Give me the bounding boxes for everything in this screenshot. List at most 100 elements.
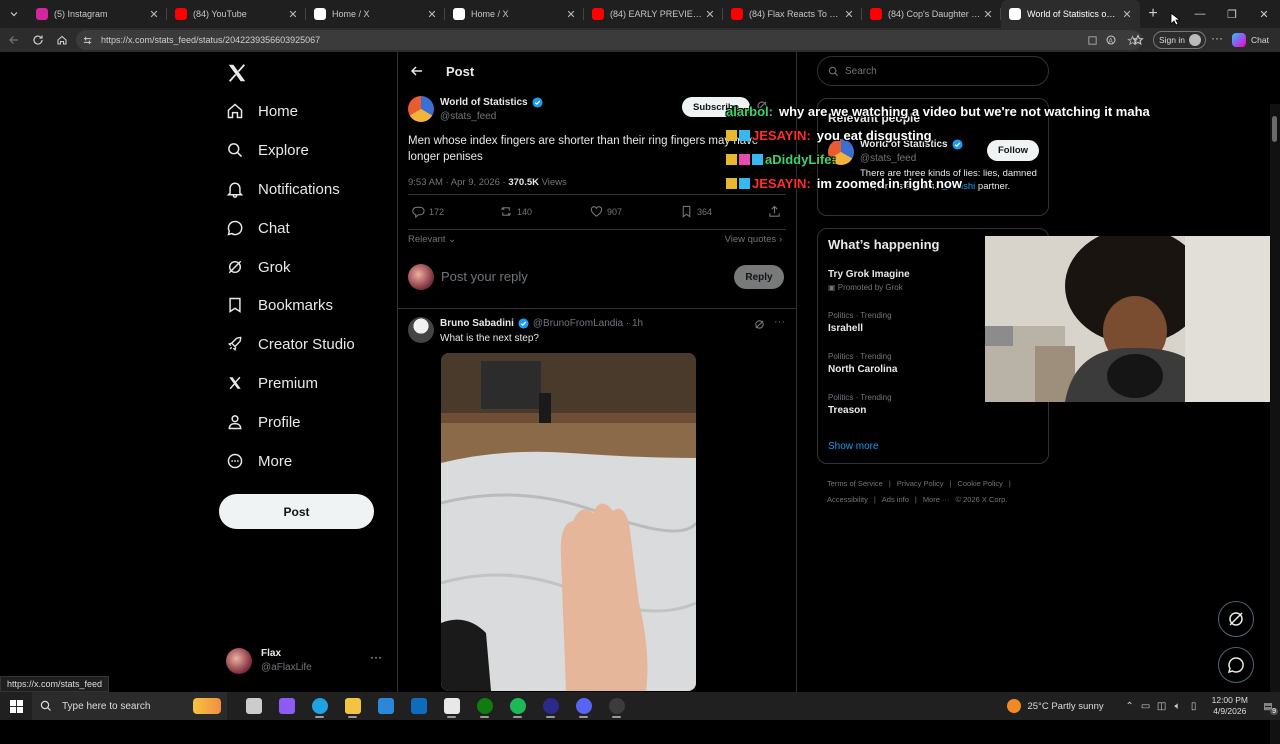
search-input[interactable]: Search [817,56,1049,86]
nav-item-explore[interactable]: Explore [226,135,309,165]
nav-item-more[interactable]: More [226,446,292,476]
trend-item[interactable]: Politics · Trending North Carolina [828,352,897,375]
home-button[interactable] [50,28,74,52]
maximize-button[interactable]: ❐ [1216,0,1248,28]
footer-link[interactable]: More ··· [923,495,950,504]
taskbar-app[interactable] [567,692,600,720]
close-tab-icon[interactable]: ✕ [842,7,856,21]
scrollbar-thumb[interactable] [1272,116,1277,142]
nav-item-home[interactable]: Home [226,96,298,126]
taskbar-app[interactable] [270,692,303,720]
taskbar-app[interactable] [534,692,567,720]
browser-tab[interactable]: Home / X ✕ [306,0,445,28]
browser-tab[interactable]: (84) Cop's Daughter Ge ✕ [862,0,1001,28]
x-logo-icon[interactable] [226,62,248,84]
like-action[interactable]: 907 [590,205,622,218]
taskbar-app[interactable] [600,692,633,720]
browser-tab[interactable]: (84) Flax Reacts To RIDICULO✕ [723,0,862,28]
browser-tab[interactable]: (84) YouTube ✕ [167,0,306,28]
close-window-button[interactable]: ✕ [1248,0,1280,28]
scrollbar[interactable] [1270,104,1280,744]
reply-button[interactable]: Reply [734,265,784,289]
start-button[interactable] [0,692,32,720]
close-tab-icon[interactable]: ✕ [564,7,578,21]
notification-center-button[interactable]: ▤ 9 [1256,701,1280,715]
grok-fab-button[interactable] [1218,601,1254,637]
reply-input[interactable]: Post your reply [441,269,528,284]
browser-tab[interactable]: (5) Instagram ✕ [28,0,167,28]
messages-fab-button[interactable] [1218,647,1254,683]
share-action[interactable] [768,205,785,218]
profile-name[interactable]: World of Statistics [860,139,963,150]
nav-item-creator-studio[interactable]: Creator Studio [226,329,355,359]
browser-tab[interactable]: (84) EARLY PREVIEW: The M✕ [584,0,723,28]
nav-item-grok[interactable]: Grok [226,252,291,282]
back-arrow-icon[interactable] [410,64,424,78]
trend-item[interactable]: Politics · Trending Israhell [828,311,892,334]
repost-action[interactable]: 140 [500,205,532,218]
subscribe-button[interactable]: Subscribe [682,97,750,117]
close-tab-icon[interactable]: ✕ [703,7,717,21]
taskbar-app[interactable] [468,692,501,720]
battery-icon[interactable]: ▯ [1186,701,1202,712]
close-tab-icon[interactable]: ✕ [147,7,161,21]
browser-tab[interactable]: Home / X ✕ [445,0,584,28]
nav-item-bookmarks[interactable]: Bookmarks [226,290,333,320]
sort-replies-dropdown[interactable]: Relevant ⌄ [408,234,456,245]
taskbar-search[interactable]: Type here to search [32,692,227,720]
view-quotes-link[interactable]: View quotes › [725,234,782,245]
footer-link[interactable]: Ads info [882,495,909,504]
nav-item-chat[interactable]: Chat [226,213,290,243]
taskbar-app[interactable] [435,692,468,720]
close-tab-icon[interactable]: ✕ [981,7,995,21]
nav-item-notifications[interactable]: Notifications [226,174,340,204]
browser-tab[interactable]: World of Statistics on X: "Me✕ [1001,0,1140,28]
taskbar-app[interactable] [501,692,534,720]
reply-author[interactable]: Bruno Sabadini @BrunoFromLandia · 1h [440,318,643,329]
tweet-timestamp[interactable]: 9:53 AM · Apr 9, 2026 · [408,177,508,188]
nav-item-premium[interactable]: Premium [226,368,318,398]
close-tab-icon[interactable]: ✕ [286,7,300,21]
trend-item[interactable]: Try Grok Imagine ▣ Promoted by Grok [828,269,910,292]
avatar[interactable] [408,96,434,122]
footer-link[interactable]: © 2026 X Corp. [956,495,1008,504]
taskbar-app[interactable] [303,692,336,720]
bookmark-action[interactable]: 364 [680,205,712,218]
account-switcher[interactable]: Flax @aFlaxLife ··· [226,646,386,678]
address-bar[interactable]: https://x.com/stats_feed/status/20422393… [76,30,1142,50]
network-icon[interactable]: ◫ [1154,701,1170,712]
chevron-up-icon[interactable]: ⌃ [1122,701,1138,712]
new-tab-button[interactable]: + [1140,0,1166,28]
back-button[interactable] [2,28,26,52]
nav-item-profile[interactable]: Profile [226,407,301,437]
trend-item[interactable]: Politics · Trending Treason [828,393,892,416]
more-options-icon[interactable]: ··· [774,316,785,328]
favorites-button[interactable] [1126,28,1150,52]
reply-action[interactable]: 172 [412,205,444,218]
close-tab-icon[interactable]: ✕ [1120,7,1134,21]
extensions-button[interactable] [1099,28,1123,52]
weather-widget[interactable]: 25°C Partly sunny [1007,699,1104,713]
grok-icon[interactable] [756,100,768,112]
footer-link[interactable]: Terms of Service [827,479,883,488]
tweet-handle[interactable]: @stats_feed [440,111,496,122]
grok-icon[interactable] [754,319,765,330]
taskbar-app[interactable] [369,692,402,720]
copilot-chat-button[interactable]: Chat [1232,31,1269,49]
avatar[interactable] [408,317,434,343]
tab-actions-menu[interactable] [0,0,28,28]
taskbar-app[interactable] [336,692,369,720]
taskbar-app[interactable] [402,692,435,720]
avatar[interactable] [828,139,854,165]
footer-link[interactable]: Accessibility [827,495,868,504]
bio-link[interactable]: @Kalshi [940,181,976,192]
footer-link[interactable]: Privacy Policy [897,479,944,488]
follow-button[interactable]: Follow [987,140,1039,161]
footer-link[interactable]: Cookie Policy [957,479,1002,488]
taskbar-app[interactable] [237,692,270,720]
post-button[interactable]: Post [219,494,374,529]
show-more-link[interactable]: Show more [828,441,879,452]
sign-in-button[interactable]: Sign in [1153,31,1206,49]
minimize-button[interactable]: — [1184,0,1216,28]
reload-button[interactable] [26,28,50,52]
